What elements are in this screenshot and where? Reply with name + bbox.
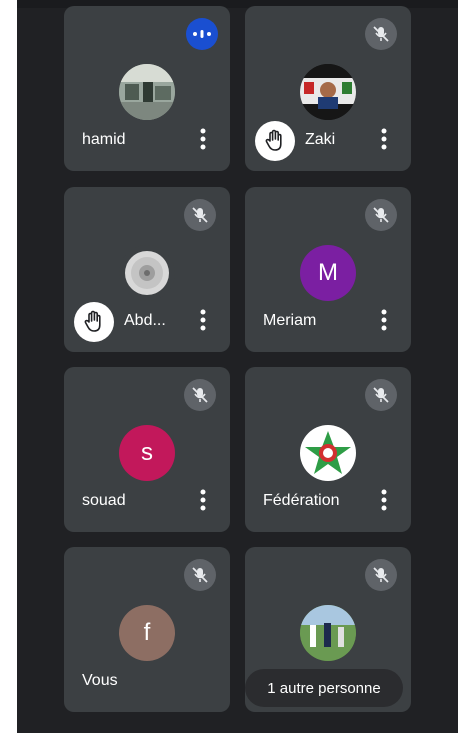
avatar-initial: s — [141, 439, 153, 466]
more-vert-icon — [381, 309, 387, 331]
participant-name: Meriam — [263, 312, 317, 329]
participant-tile-abd[interactable]: Abd... — [64, 187, 230, 352]
mic-off-icon — [184, 379, 216, 411]
raised-hand-icon — [74, 302, 114, 342]
dandelion-photo-icon — [125, 251, 169, 295]
more-options-button[interactable] — [373, 486, 395, 514]
more-vert-icon — [200, 128, 206, 150]
avatar-zaki — [300, 64, 356, 120]
more-vert-icon — [200, 309, 206, 331]
more-options-button[interactable] — [373, 125, 395, 153]
mic-off-icon — [184, 559, 216, 591]
mic-off-icon — [365, 379, 397, 411]
photo-avatar-icon — [119, 64, 175, 120]
mic-off-icon — [365, 199, 397, 231]
more-options-button[interactable] — [192, 125, 214, 153]
participant-tile-hamid[interactable]: hamid — [64, 6, 230, 171]
federation-logo-icon — [301, 426, 355, 480]
participant-name: souad — [82, 492, 126, 509]
more-vert-icon — [381, 489, 387, 511]
participant-name: Vous — [82, 672, 118, 689]
more-options-button[interactable] — [192, 486, 214, 514]
other-participants-chip[interactable]: 1 autre personne — [245, 669, 403, 707]
meeting-grid: hamid Zaki Abd... M Meriam s souad Fédér… — [17, 0, 458, 733]
photo-avatar-icon — [300, 605, 356, 661]
mic-off-icon — [365, 559, 397, 591]
mic-off-icon — [365, 18, 397, 50]
avatar-hamid — [119, 64, 175, 120]
mic-off-icon — [184, 199, 216, 231]
more-vert-icon — [200, 489, 206, 511]
speaking-indicator-icon — [186, 18, 218, 50]
participant-name: hamid — [82, 131, 126, 148]
avatar-abd — [119, 245, 175, 301]
more-vert-icon — [381, 128, 387, 150]
avatar-meriam: M — [300, 245, 356, 301]
avatar-federation — [300, 425, 356, 481]
more-options-button[interactable] — [373, 306, 395, 334]
raised-hand-icon — [255, 121, 295, 161]
participant-tile-federation[interactable]: Fédération — [245, 367, 411, 532]
participant-name: Abd... — [124, 312, 166, 329]
avatar-initial: M — [318, 259, 338, 286]
avatar-overflow — [300, 605, 356, 661]
participant-name: Zaki — [305, 131, 336, 148]
photo-avatar-icon — [300, 64, 356, 120]
participant-tile-zaki[interactable]: Zaki — [245, 6, 411, 171]
participant-tile-meriam[interactable]: M Meriam — [245, 187, 411, 352]
participant-tile-self[interactable]: f Vous — [64, 547, 230, 712]
avatar-souad: s — [119, 425, 175, 481]
participant-tile-souad[interactable]: s souad — [64, 367, 230, 532]
more-options-button[interactable] — [192, 306, 214, 334]
participant-name: Fédération — [263, 492, 340, 509]
avatar-self: f — [119, 605, 175, 661]
avatar-initial: f — [143, 619, 151, 646]
